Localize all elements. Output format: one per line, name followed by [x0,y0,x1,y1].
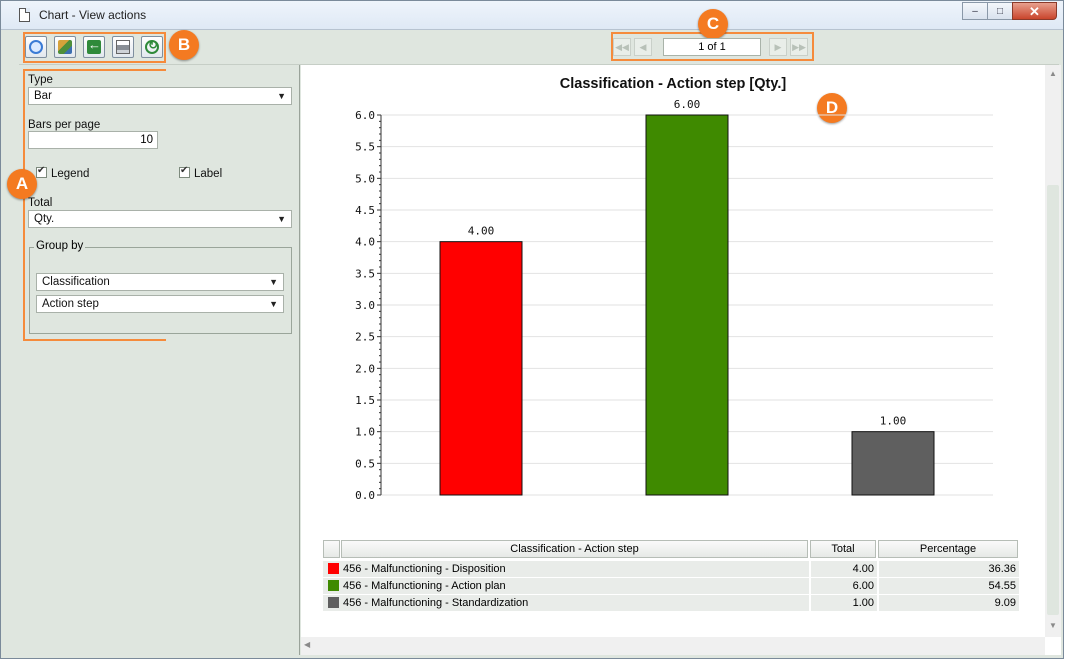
window-controls: – □ ✕ [962,2,1057,20]
title-bar: Chart - View actions – □ ✕ [1,1,1063,30]
y-tick-label: 2.5 [355,331,375,344]
legend-swatch [328,580,339,591]
chevron-down-icon: ▼ [277,91,286,101]
vertical-scrollbar[interactable]: ▲ ▼ [1045,65,1061,637]
y-tick-label: 2.0 [355,362,375,375]
callout-a-highlight [23,69,166,341]
chart-window: Chart - View actions – □ ✕ B C ◀◀ ◀ 1 of… [0,0,1064,659]
callout-b: B [169,30,199,60]
pager: ◀◀ ◀ 1 of 1 ▶ ▶▶ [613,35,811,59]
legend-row-label: 456 - Malfunctioning - Standardization [343,597,529,609]
chart-area: Classification - Action step [Qty.] D 0.… [301,65,1061,655]
y-tick-label: 0.5 [355,457,375,470]
bar [851,431,935,496]
callout-b-highlight [23,32,166,63]
chevron-down-icon: ▼ [269,277,278,287]
legend-row-percentage: 9.09 [879,595,1019,611]
page-indicator[interactable]: 1 of 1 [663,38,761,56]
chevron-down-icon: ▼ [277,214,286,224]
legend-row: 456 - Malfunctioning - Action plan 6.00 … [323,578,1023,595]
y-tick-label: 5.5 [355,141,375,154]
maximize-button[interactable]: □ [987,2,1013,20]
scroll-down-icon[interactable]: ▼ [1045,621,1061,635]
y-tick-label: 1.5 [355,394,375,407]
legend-row-total: 6.00 [811,578,877,594]
scroll-up-icon[interactable]: ▲ [1045,69,1061,83]
close-button[interactable]: ✕ [1012,2,1057,20]
chevron-down-icon: ▼ [269,299,278,309]
y-tick-label: 4.0 [355,236,375,249]
bar [645,114,729,496]
scroll-thumb[interactable] [1047,185,1059,615]
y-tick-label: 3.0 [355,299,375,312]
y-tick-label: 3.5 [355,267,375,280]
bar-value-label: 1.00 [880,415,907,428]
next-page-button[interactable]: ▶ [769,38,787,56]
legend-header-percentage: Percentage [878,540,1018,558]
legend-swatch [328,563,339,574]
callout-a: A [7,169,37,199]
legend-row-total: 1.00 [811,595,877,611]
bar-value-label: 6.00 [674,98,701,111]
legend-row-percentage: 54.55 [879,578,1019,594]
legend-row: 456 - Malfunctioning - Disposition 4.00 … [323,561,1023,578]
legend-swatch [328,597,339,608]
y-tick-label: 5.0 [355,172,375,185]
document-icon [19,8,30,22]
horizontal-scrollbar[interactable]: ◀ [301,637,1045,655]
label-checkbox[interactable] [179,165,190,178]
minimize-button[interactable]: – [962,2,988,20]
y-tick-label: 4.5 [355,204,375,217]
bar-chart: 0.00.51.01.52.02.53.03.54.04.55.05.56.0 … [355,98,993,502]
window-title: Chart - View actions [39,8,147,22]
label-label: Label [194,168,223,180]
legend-header-total: Total [810,540,876,558]
legend-row-label: 456 - Malfunctioning - Action plan [343,580,506,592]
legend-row-percentage: 36.36 [879,561,1019,577]
legend-row-total: 4.00 [811,561,877,577]
scroll-left-icon[interactable]: ◀ [304,640,310,649]
y-tick-label: 1.0 [355,426,375,439]
bar-value-label: 4.00 [468,225,495,238]
y-tick-label: 6.0 [355,109,375,122]
legend-row: 456 - Malfunctioning - Standardization 1… [323,595,1023,612]
y-tick-label: 0.0 [355,489,375,502]
last-page-button[interactable]: ▶▶ [790,38,808,56]
legend-header-category: Classification - Action step [341,540,808,558]
legend-row-label: 456 - Malfunctioning - Disposition [343,563,506,575]
previous-page-button[interactable]: ◀ [634,38,652,56]
bar [439,241,523,496]
legend-header-swatch [323,540,340,558]
first-page-button[interactable]: ◀◀ [613,38,631,56]
